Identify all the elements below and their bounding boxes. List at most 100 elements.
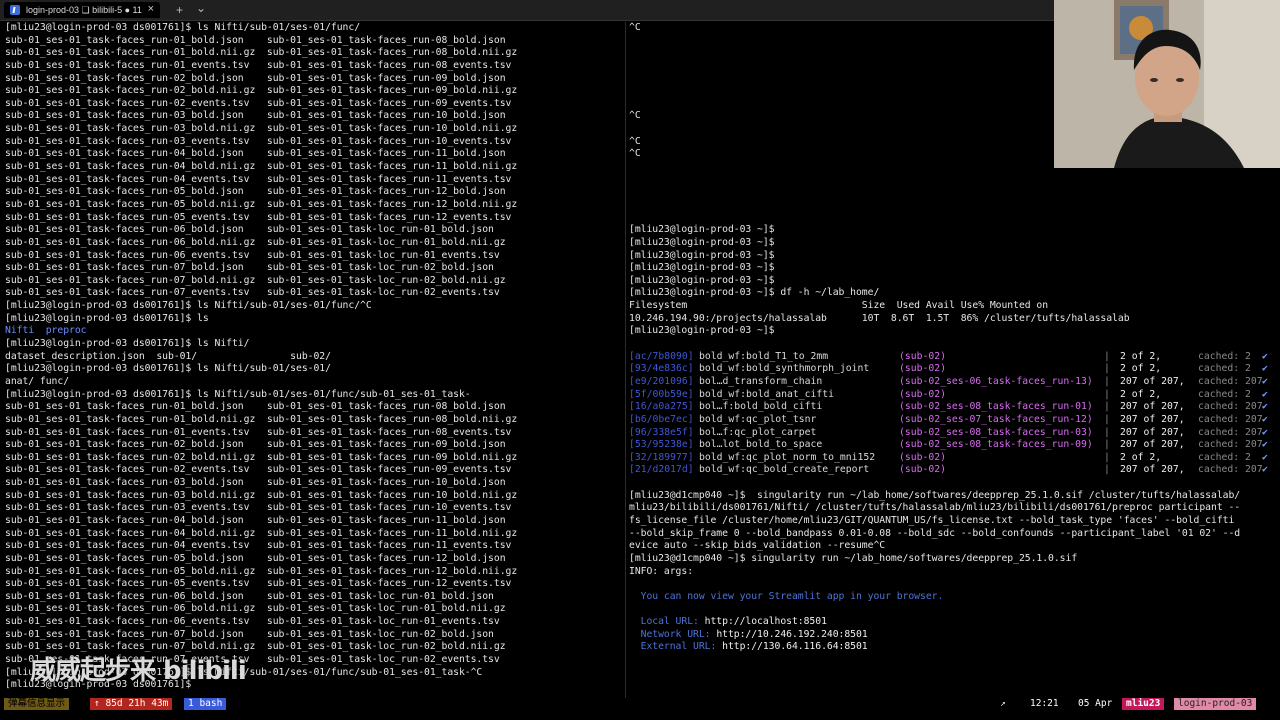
bilibili-watermark: 威威起步来 bilibili	[30, 656, 247, 686]
task-cached: cached: 207	[1198, 464, 1262, 476]
url-link[interactable]: http://localhost:8501	[705, 616, 827, 627]
task-separator: |	[1104, 401, 1110, 413]
url-row: Network URL: http://10.246.192.240:8501	[629, 629, 1274, 642]
task-count: 207 of 207,	[1120, 439, 1185, 451]
terminal-line: [mliu23@login-prod-03 ds001761]$ ls Nift…	[5, 338, 250, 350]
task-cached: cached: 2	[1198, 363, 1251, 375]
terminal-line: sub-01_ses-01_task-faces_run-05_events.t…	[5, 211, 512, 223]
task-cached: cached: 207	[1198, 375, 1262, 387]
terminal-line: [mliu23@d1cmp040 ~]$ singularity run ~/l…	[629, 489, 1241, 501]
terminal-line: sub-01_ses-01_task-faces_run-04_bold.jso…	[5, 514, 506, 526]
task-cached: cached: 207	[1198, 439, 1262, 451]
task-separator: |	[1104, 413, 1110, 425]
tab-title: login-prod-03 ❏ bilibili-5 ● 11	[26, 4, 142, 15]
nextflow-task-list: [ac/7b8090] bold_wf:bold_T1_to_2mm (sub-02…	[629, 351, 1274, 477]
task-separator: |	[1104, 426, 1110, 438]
new-tab-button[interactable]: +	[176, 3, 183, 17]
terminal-line: sub-01_ses-01_task-faces_run-02_bold.nii…	[5, 85, 518, 97]
terminal-line: [mliu23@login-prod-03 ~]$	[629, 274, 775, 286]
terminal-line: sub-01_ses-01_task-faces_run-03_events.t…	[5, 502, 512, 514]
task-hash: [16/a0a275]	[629, 401, 694, 413]
task-name: bol…f:qc_plot_carpet	[699, 426, 817, 438]
pane-divider[interactable]	[625, 22, 626, 698]
task-cached: cached: 2	[1198, 388, 1251, 400]
terminal-line: sub-01_ses-01_task-faces_run-04_events.t…	[5, 540, 512, 552]
task-name: bol…f:bold_bold_cifti	[699, 401, 823, 413]
terminal-line: INFO: args:	[629, 565, 694, 577]
terminal-line: [mliu23@login-prod-03 ~]$	[629, 262, 775, 274]
terminal-line: sub-01_ses-01_task-faces_run-01_bold.nii…	[5, 413, 518, 425]
task-separator: |	[1104, 451, 1110, 463]
terminal-line: sub-01_ses-01_task-faces_run-02_bold.jso…	[5, 439, 506, 451]
task-hash: [5f/00b59e]	[629, 388, 694, 400]
terminal-line: [mliu23@login-prod-03 ~]$	[629, 249, 775, 261]
task-row: [93/4e836c] bold_wf:bold_synthmorph_joint…	[629, 363, 1274, 376]
task-name: bold_wf:qc_bold_create_report	[699, 464, 870, 476]
task-cached: cached: 207	[1198, 426, 1262, 438]
terminal-line: [mliu23@login-prod-03 ~]$	[629, 224, 775, 236]
task-name: bold_wf:qc_plot_tsnr	[699, 413, 817, 425]
terminal-line: [mliu23@login-prod-03 ds001761]$ ls Nift…	[5, 300, 372, 312]
terminal-line: sub-01_ses-01_task-faces_run-03_events.t…	[5, 135, 512, 147]
task-separator: |	[1104, 439, 1110, 451]
left-terminal-pane[interactable]: [mliu23@login-prod-03 ds001761]$ ls Nift…	[5, 22, 623, 698]
url-label: Local URL:	[629, 616, 705, 628]
webcam-person-image	[1054, 0, 1280, 168]
task-name: bold_wf:qc_plot_norm_to_mni152	[699, 451, 876, 463]
terminal-line: [mliu23@login-prod-03 ds001761]$ ls Nift…	[5, 388, 471, 400]
terminal-line: sub-01_ses-01_task-faces_run-03_bold.jso…	[5, 110, 506, 122]
task-name: bol…d_transform_chain	[699, 375, 823, 387]
task-row: [16/a0a275] bol…f:bold_bold_cifti (sub-02_…	[629, 401, 1274, 414]
uptime-badge: ↑ 85d 21h 43m	[90, 698, 173, 710]
task-hash: [e9/201096]	[629, 375, 694, 387]
terminal-line: sub-01_ses-01_task-faces_run-02_events.t…	[5, 464, 512, 476]
terminal-line: sub-01_ses-01_task-faces_run-04_bold.nii…	[5, 161, 518, 173]
task-row: [96/338e5f] bol…f:qc_plot_carpet (sub-02_s…	[629, 427, 1274, 440]
terminal-line: sub-01_ses-01_task-faces_run-05_bold.nii…	[5, 198, 518, 210]
terminal-line: sub-01_ses-01_task-faces_run-07_bold.nii…	[5, 274, 506, 286]
streamlit-url-list: Local URL: http://localhost:8501 Network…	[629, 616, 1274, 654]
terminal-line: anat/ func/	[5, 375, 70, 387]
session-name[interactable]: 弹幕信息显示	[4, 698, 70, 710]
terminal-line: sub-01_ses-01_task-faces_run-02_events.t…	[5, 97, 512, 109]
terminal-line: sub-01_ses-01_task-faces_run-01_bold.jso…	[5, 34, 506, 46]
clock-date: 05 Apr	[1078, 698, 1113, 709]
terminal-line: sub-01_ses-01_task-faces_run-06_bold.nii…	[5, 236, 506, 248]
task-row: [b6/0be7ec] bold_wf:qc_plot_tsnr (sub-02_s…	[629, 414, 1274, 427]
task-hash: [96/338e5f]	[629, 426, 694, 438]
check-icon: ✔	[1262, 464, 1268, 476]
check-icon: ✔	[1262, 413, 1268, 425]
terminal-line: mliu23/bilibili/ds001761/Nifti/ /cluster…	[629, 502, 1241, 514]
clock-time: 12:21	[1030, 698, 1059, 709]
terminal-line: sub-01_ses-01_task-faces_run-06_events.t…	[5, 616, 500, 628]
close-tab-icon[interactable]: ×	[148, 3, 154, 15]
terminal-line: [mliu23@login-prod-03 ds001761]$ ls Nift…	[5, 363, 331, 375]
terminal-line: [mliu23@d1cmp040 ~]$ singularity run ~/l…	[629, 552, 1078, 564]
window-indicator[interactable]: 1 bash	[184, 698, 227, 710]
task-arg: (sub-02_ses-07_task-faces_run-12)	[899, 413, 1093, 425]
streamlit-message: You can now view your Streamlit app in y…	[629, 590, 944, 602]
terminal-tab[interactable]: login-prod-03 ❏ bilibili-5 ● 11 ×	[4, 2, 160, 18]
terminal-line: sub-01_ses-01_task-faces_run-01_events.t…	[5, 426, 512, 438]
check-icon: ✔	[1262, 439, 1268, 451]
terminal-line: sub-01_ses-01_task-faces_run-07_bold.jso…	[5, 262, 494, 274]
task-hash: [93/4e836c]	[629, 363, 694, 375]
terminal-line: sub-01_ses-01_task-faces_run-06_bold.jso…	[5, 590, 494, 602]
terminal-line: [mliu23@login-prod-03 ds001761]$ ls Nift…	[5, 22, 361, 33]
terminal-line: sub-01_ses-01_task-faces_run-03_bold.nii…	[5, 123, 518, 135]
task-hash: [32/189977]	[629, 451, 694, 463]
url-link[interactable]: http://130.64.116.64:8501	[722, 641, 868, 652]
terminal-line: sub-01_ses-01_task-faces_run-03_bold.nii…	[5, 489, 518, 501]
terminal-line: sub-01_ses-01_task-faces_run-07_events.t…	[5, 287, 500, 299]
url-link[interactable]: http://10.246.192.240:8501	[716, 629, 867, 640]
terminal-line: sub-01_ses-01_task-faces_run-06_bold.nii…	[5, 603, 506, 615]
task-name: bol…lot_bold_to_space	[699, 439, 823, 451]
task-row: [53/95238e] bol…lot_bold_to_space (sub-02_…	[629, 439, 1274, 452]
url-label: External URL:	[629, 641, 723, 653]
task-arg: (sub-02)	[899, 388, 946, 400]
tab-dropdown-icon[interactable]: ⌄	[196, 1, 206, 15]
